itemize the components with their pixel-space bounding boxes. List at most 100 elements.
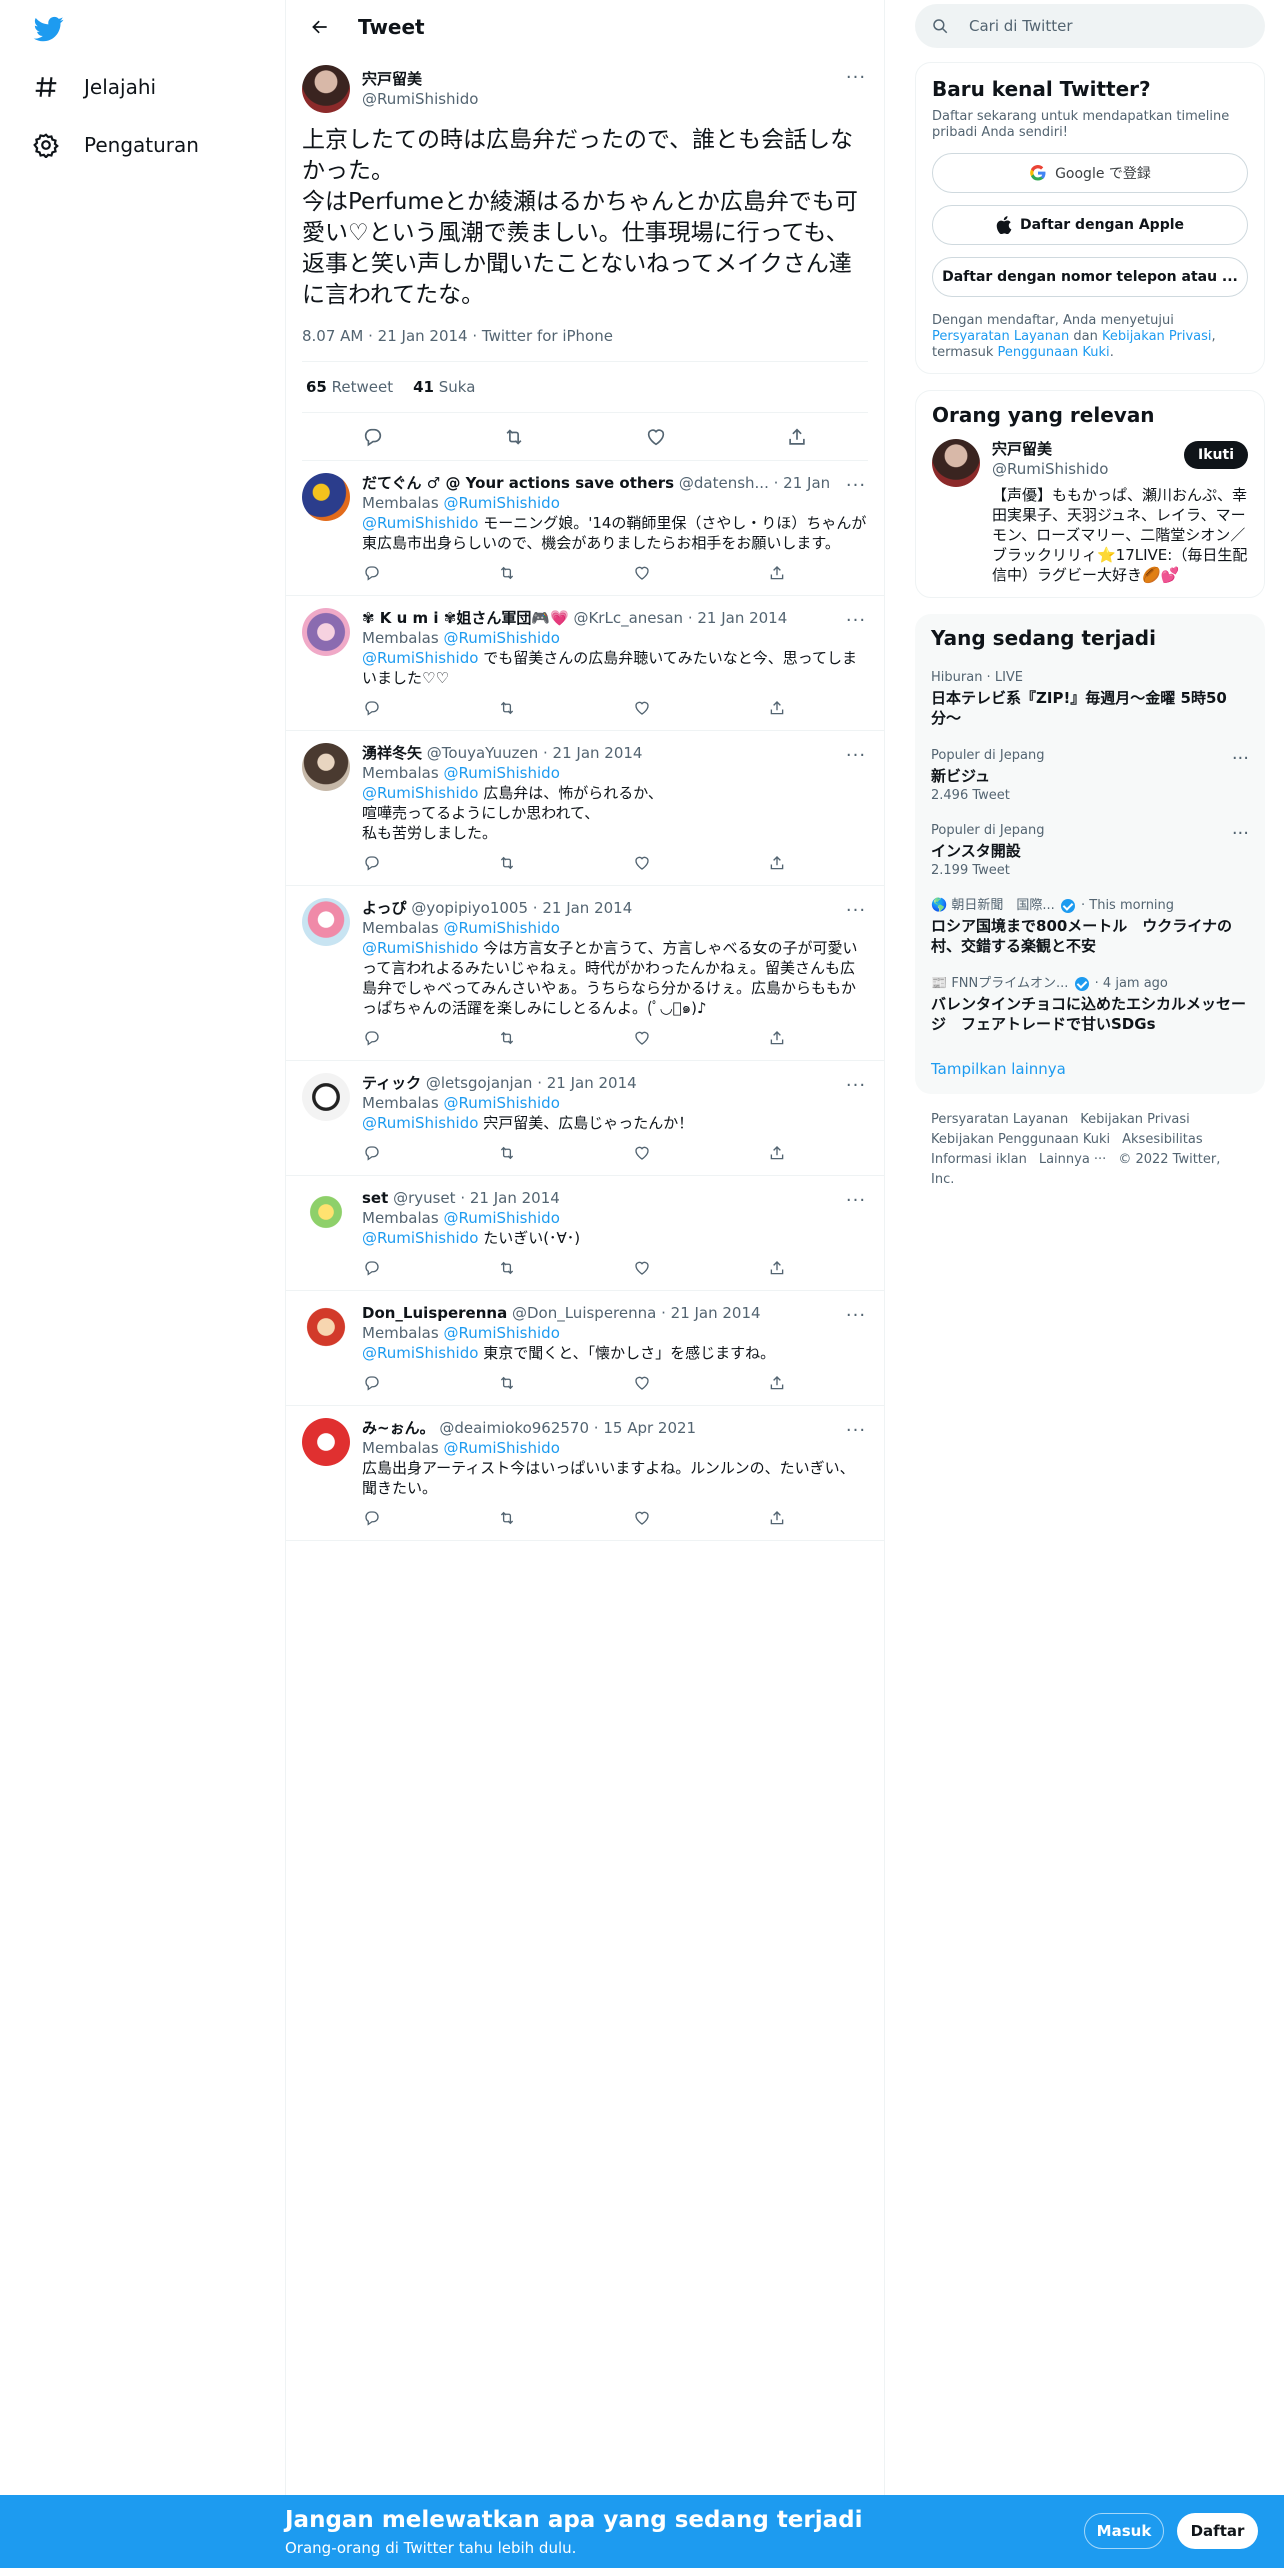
reply-tweet[interactable]: だてぐん ♂ @ Your actions save others @daten…	[286, 461, 884, 596]
like-heart-icon[interactable]	[638, 419, 674, 455]
share-icon[interactable]	[767, 1508, 787, 1528]
reply-icon[interactable]	[362, 563, 382, 583]
mention-link[interactable]: @RumiShishido	[362, 939, 478, 957]
trend-item[interactable]: Hiburan · LIVE 日本テレビ系『ZIP!』毎週月〜金曜 5時50分〜	[915, 660, 1265, 738]
reply-tweet[interactable]: ティック @letsgojanjan · 21 Jan 2014 Membalas…	[286, 1061, 884, 1176]
trend-item[interactable]: Populer di Jepang インスタ開設 2.199 Tweet ···	[915, 813, 1265, 888]
like-heart-icon[interactable]	[632, 1258, 652, 1278]
like-heart-icon[interactable]	[632, 1373, 652, 1393]
reply-author-name[interactable]: 湧祥冬矢	[362, 744, 422, 762]
more-options-icon[interactable]: ···	[1232, 823, 1249, 844]
more-options-icon[interactable]: ···	[844, 473, 868, 497]
signup-button[interactable]: Daftar	[1177, 2513, 1258, 2549]
reply-tweet[interactable]: み~ぉん。 @deaimioko962570 · 15 Apr 2021 Memb…	[286, 1406, 884, 1541]
reply-author-name[interactable]: だてぐん ♂ @ Your actions save others	[362, 474, 674, 492]
cookie-link[interactable]: Penggunaan Kuki	[998, 345, 1110, 360]
replying-to-link[interactable]: @RumiShishido	[443, 494, 559, 512]
more-options-icon[interactable]: ···	[844, 1073, 868, 1097]
search-input[interactable]: Cari di Twitter	[915, 4, 1265, 48]
reply-icon[interactable]	[362, 1258, 382, 1278]
reply-tweet[interactable]: よっぴ @yopipiyo1005 · 21 Jan 2014 Membalas …	[286, 886, 884, 1061]
share-icon[interactable]	[767, 1258, 787, 1278]
retweet-count[interactable]: 65 Retweet	[306, 378, 393, 396]
more-options-icon[interactable]: ···	[844, 743, 868, 767]
footer-link[interactable]: Kebijakan Penggunaan Kuki	[931, 1132, 1110, 1147]
reply-author-name[interactable]: ティック	[362, 1074, 421, 1092]
mention-link[interactable]: @RumiShishido	[362, 514, 478, 532]
like-heart-icon[interactable]	[632, 698, 652, 718]
retweet-icon[interactable]	[497, 853, 517, 873]
retweet-icon[interactable]	[496, 419, 532, 455]
footer-link[interactable]: Kebijakan Privasi	[1080, 1112, 1190, 1127]
avatar[interactable]	[302, 65, 350, 113]
footer-link[interactable]: Informasi iklan	[931, 1152, 1027, 1167]
mention-link[interactable]: @RumiShishido	[362, 784, 478, 802]
reply-date[interactable]: · 21 Jan 2014	[537, 1074, 636, 1092]
more-options-icon[interactable]: ···	[844, 1418, 868, 1442]
reply-date[interactable]: · 21 Jan 2014	[688, 609, 787, 627]
apple-signup-button[interactable]: Daftar dengan Apple	[932, 205, 1248, 245]
reply-author-name[interactable]: ✾ K u m i ✾姐さん軍団🎮💗	[362, 609, 569, 627]
replying-to-link[interactable]: @RumiShishido	[443, 764, 559, 782]
trend-item[interactable]: 🌎 朝日新聞 国際... · This morning ロシア国境まで800メート…	[915, 888, 1265, 966]
reply-date[interactable]: · 21 Jan 2014	[460, 1189, 559, 1207]
replying-to-link[interactable]: @RumiShishido	[443, 1439, 559, 1457]
more-options-icon[interactable]: ···	[1232, 748, 1249, 769]
reply-author-handle[interactable]: @deaimioko962570	[439, 1419, 589, 1437]
avatar[interactable]	[302, 1073, 350, 1121]
more-options-icon[interactable]: ···	[844, 608, 868, 632]
reply-tweet[interactable]: ✾ K u m i ✾姐さん軍団🎮💗 @KrLc_anesan · 21 Jan…	[286, 596, 884, 731]
more-options-icon[interactable]: ···	[844, 1303, 868, 1327]
retweet-icon[interactable]	[497, 1373, 517, 1393]
more-options-icon[interactable]: ···	[844, 65, 868, 89]
reply-date[interactable]: · 21 Jan 2014	[774, 474, 832, 492]
login-button[interactable]: Masuk	[1084, 2513, 1164, 2549]
reply-author-handle[interactable]: @TouyaYuuzen	[427, 744, 538, 762]
like-count[interactable]: 41 Suka	[413, 378, 475, 396]
author-handle[interactable]: @RumiShishido	[362, 89, 478, 109]
avatar[interactable]	[302, 1418, 350, 1466]
reply-author-handle[interactable]: @letsgojanjan	[426, 1074, 533, 1092]
reply-icon[interactable]	[362, 1373, 382, 1393]
avatar[interactable]	[302, 898, 350, 946]
reply-icon[interactable]	[362, 853, 382, 873]
reply-author-name[interactable]: み~ぉん。	[362, 1419, 435, 1437]
footer-link[interactable]: Persyaratan Layanan	[931, 1112, 1068, 1127]
mention-link[interactable]: @RumiShishido	[362, 1229, 478, 1247]
trend-item[interactable]: Populer di Jepang 新ビジュ 2.496 Tweet ···	[915, 738, 1265, 813]
reply-author-handle[interactable]: @Don_Luisperenna	[512, 1304, 656, 1322]
footer-link[interactable]: Aksesibilitas	[1122, 1132, 1203, 1147]
avatar[interactable]	[302, 1188, 350, 1236]
reply-author-name[interactable]: Don_Luisperenna	[362, 1304, 507, 1322]
share-icon[interactable]	[767, 1143, 787, 1163]
like-heart-icon[interactable]	[632, 1508, 652, 1528]
replying-to-link[interactable]: @RumiShishido	[443, 1094, 559, 1112]
mention-link[interactable]: @RumiShishido	[362, 1114, 478, 1132]
share-icon[interactable]	[767, 563, 787, 583]
reply-date[interactable]: · 21 Jan 2014	[533, 899, 632, 917]
reply-icon[interactable]	[362, 698, 382, 718]
like-heart-icon[interactable]	[632, 853, 652, 873]
reply-date[interactable]: · 21 Jan 2014	[661, 1304, 760, 1322]
reply-icon[interactable]	[362, 1143, 382, 1163]
like-heart-icon[interactable]	[632, 563, 652, 583]
replying-to-link[interactable]: @RumiShishido	[443, 1209, 559, 1227]
replying-to-link[interactable]: @RumiShishido	[443, 919, 559, 937]
more-options-icon[interactable]: ···	[844, 898, 868, 922]
share-icon[interactable]	[767, 1373, 787, 1393]
reply-tweet[interactable]: Don_Luisperenna @Don_Luisperenna · 21 Ja…	[286, 1291, 884, 1406]
reply-author-name[interactable]: よっぴ	[362, 899, 407, 917]
follow-button[interactable]: Ikuti	[1184, 441, 1248, 469]
tos-link[interactable]: Persyaratan Layanan	[932, 329, 1069, 344]
author-name[interactable]: 宍戸留美	[362, 69, 478, 89]
nav-settings[interactable]: Pengaturan	[32, 117, 199, 173]
retweet-icon[interactable]	[497, 1143, 517, 1163]
privacy-link[interactable]: Kebijakan Privasi	[1102, 329, 1212, 344]
reply-tweet[interactable]: set @ryuset · 21 Jan 2014 Membalas @RumiS…	[286, 1176, 884, 1291]
retweet-icon[interactable]	[497, 1258, 517, 1278]
share-icon[interactable]	[779, 419, 815, 455]
share-icon[interactable]	[767, 698, 787, 718]
avatar[interactable]	[302, 1303, 350, 1351]
google-signup-button[interactable]: Google で登録	[932, 153, 1248, 193]
reply-author-handle[interactable]: @KrLc_anesan	[573, 609, 683, 627]
